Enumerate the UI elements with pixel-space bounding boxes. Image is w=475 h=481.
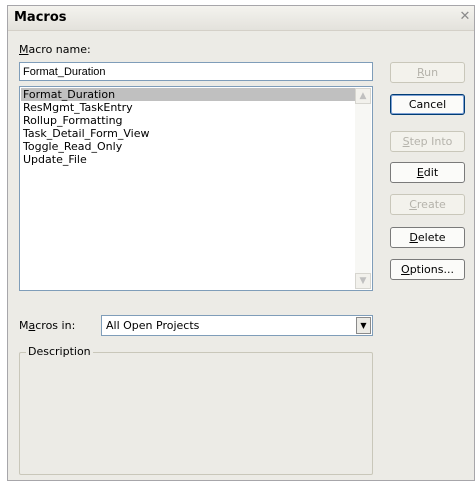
list-item[interactable]: Update_File [21,153,355,166]
title-bar[interactable]: Macros ✕ [8,6,474,31]
list-item[interactable]: Rollup_Formatting [21,114,355,127]
description-title: Description [26,345,93,359]
dialog-title: Macros [14,10,67,25]
macros-in-value: All Open Projects [106,319,200,332]
macro-list[interactable]: Format_Duration ResMgmt_TaskEntry Rollup_F… [19,86,373,291]
macros-in-label: Macros in: [19,319,75,332]
macro-name-label: Macro name: [19,43,91,56]
macro-list-scrollbar[interactable]: ▲ ▼ [355,88,371,289]
macros-dialog: Macros ✕ Macro name: Format_DurationResM… [7,5,475,481]
macro-name-input[interactable] [19,62,373,81]
list-item[interactable]: Toggle_Read_Only [21,140,355,153]
delete-button-mnemonic: D [409,231,418,244]
macro-name-label-rest: acro name: [28,43,91,56]
delete-button-label: elete [417,231,446,244]
scroll-down-icon[interactable]: ▼ [355,273,371,289]
macro-list-items: Format_Duration ResMgmt_TaskEntry Rollup_F… [21,88,355,166]
scroll-up-icon[interactable]: ▲ [355,88,371,104]
options-button-mnemonic: O [401,263,410,276]
create-button[interactable]: Create [390,194,465,215]
macros-in-label-post: cros in: [35,319,76,332]
cancel-button[interactable]: Cancel [390,94,465,115]
edit-button-label: dit [423,166,439,179]
create-button-mnemonic: C [409,198,417,211]
options-button[interactable]: Options... [390,259,465,280]
step-into-button-mnemonic: S [402,135,410,148]
step-into-button[interactable]: Step Into [390,131,465,152]
list-item[interactable]: ResMgmt_TaskEntry [21,101,355,114]
step-into-button-label: tep Into [409,135,453,148]
list-item[interactable]: Task_Detail_Form_View [21,127,355,140]
list-item[interactable]: Format_Duration [21,88,355,101]
run-button-label: un [424,66,439,79]
description-group: Description [19,345,373,475]
macros-in-label-pre: M [19,319,29,332]
delete-button[interactable]: Delete [390,227,465,248]
macros-in-select[interactable]: All Open Projects ▼ [101,315,373,336]
create-button-label: reate [416,198,446,211]
chevron-down-icon[interactable]: ▼ [356,317,371,334]
close-icon[interactable]: ✕ [458,10,472,24]
edit-button-mnemonic: E [416,166,424,179]
options-button-label: ptions... [409,263,454,276]
edit-button[interactable]: Edit [390,162,465,183]
macro-name-label-mnemonic: M [19,43,29,56]
run-button[interactable]: Run [390,62,465,83]
